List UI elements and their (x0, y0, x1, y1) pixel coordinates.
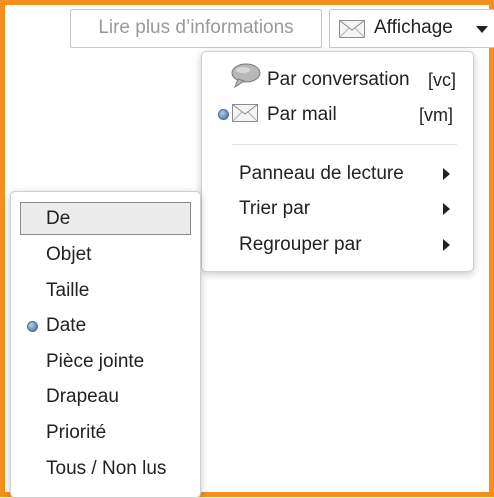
menu-separator (232, 144, 457, 145)
menu-item-label: Trier par (239, 198, 311, 219)
view-dropdown-button[interactable]: Affichage (329, 9, 494, 48)
menu-item-label: Panneau de lecture (239, 163, 404, 184)
chevron-right-icon (443, 203, 450, 215)
radio-selected-icon (27, 321, 38, 332)
menu-item-label: Par mail (267, 104, 337, 125)
menu-item-label: Tous / Non lus (46, 458, 167, 479)
chevron-right-icon (443, 168, 450, 180)
envelope-icon (339, 20, 365, 38)
envelope-icon (232, 104, 258, 122)
view-label: Affichage (374, 17, 453, 38)
menu-item-label: De (46, 208, 71, 229)
view-menu: Par conversation [vc] Par mail [vm] Pann… (201, 51, 474, 272)
more-info-label: Lire plus d’informations (98, 17, 294, 38)
menu-item-label: Priorité (46, 422, 107, 443)
menu-item-shortcut: [vm] (419, 105, 453, 125)
menu-item-label: Pièce jointe (46, 351, 145, 372)
chevron-down-icon (476, 26, 488, 33)
menu-item-label: Objet (46, 244, 92, 265)
more-info-button[interactable]: Lire plus d’informations (70, 9, 322, 48)
radio-selected-icon (218, 109, 229, 120)
menu-item-label: Date (46, 315, 87, 336)
menu-item-shortcut: [vc] (428, 70, 457, 90)
chevron-right-icon (443, 239, 450, 251)
menu-item-label: Drapeau (46, 386, 119, 407)
menu-item-label: Taille (46, 280, 90, 301)
screenshot-frame: Lire plus d’informations Affichage Par c… (0, 0, 494, 498)
speech-bubble-icon (231, 63, 261, 89)
menu-item-label: Par conversation (267, 69, 410, 90)
menu-item-label: Regrouper par (239, 234, 362, 255)
sort-by-menu: De Objet Taille Date Pièce jointe Drapea… (10, 191, 201, 498)
